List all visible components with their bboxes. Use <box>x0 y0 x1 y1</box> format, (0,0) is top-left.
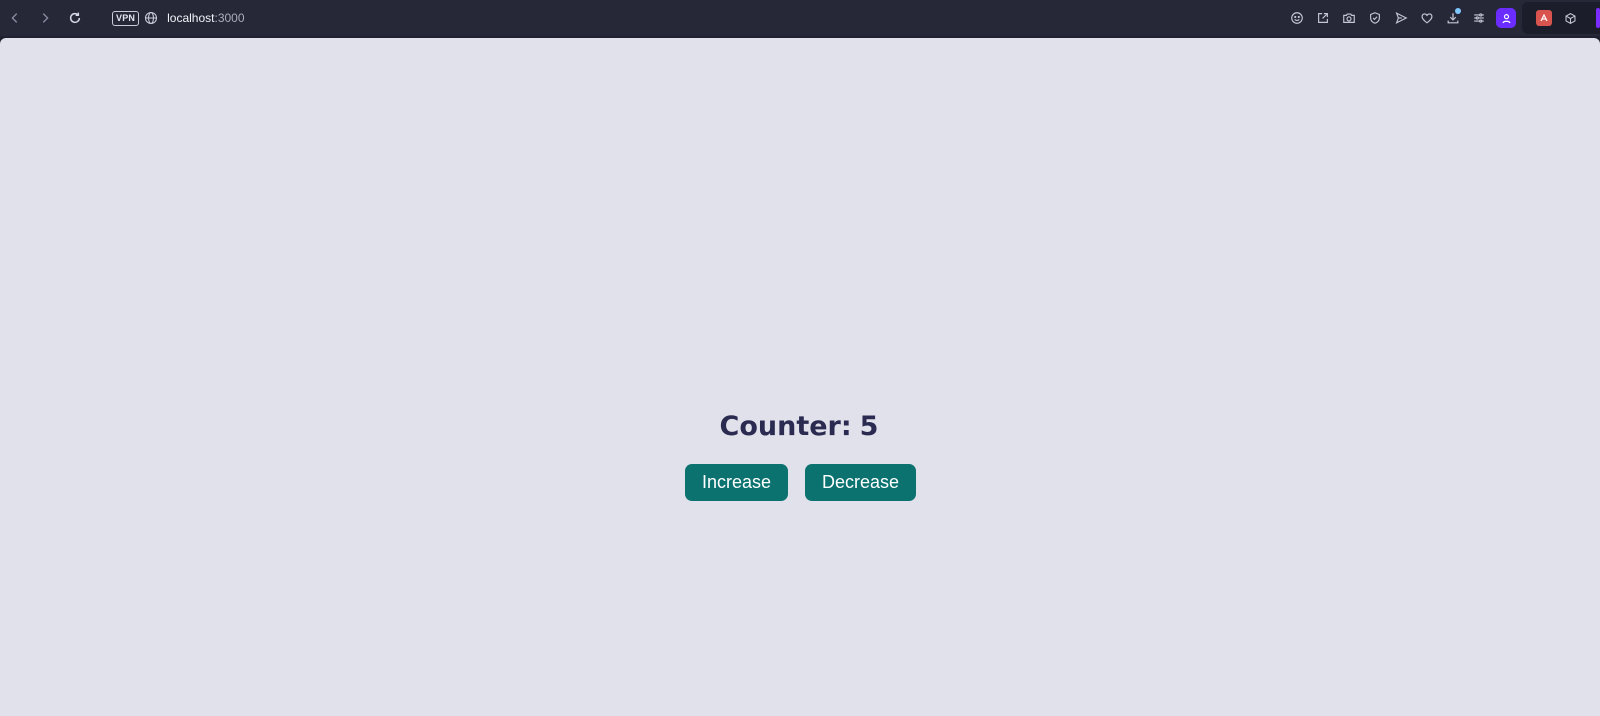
forward-button[interactable] <box>30 3 60 33</box>
user-icon <box>1502 13 1510 23</box>
increase-button[interactable]: Increase <box>684 464 788 501</box>
counter-section: Counter: 5 Increase Decrease <box>0 409 1600 501</box>
button-row: Increase Decrease <box>1 464 1600 501</box>
download-badge <box>1455 8 1461 14</box>
globe-icon <box>144 11 158 25</box>
counter-value: 5 <box>859 411 879 442</box>
back-button[interactable] <box>0 3 30 33</box>
download-icon[interactable] <box>1440 5 1466 31</box>
red-extension-icon[interactable] <box>1536 10 1552 26</box>
chevron-right-icon <box>42 13 49 23</box>
camera-icon[interactable] <box>1336 5 1362 31</box>
share-icon[interactable] <box>1310 5 1336 31</box>
send-icon[interactable] <box>1388 5 1414 31</box>
toolbar-actions <box>1284 0 1516 36</box>
counter-title: Counter: 5 <box>0 409 1600 445</box>
reload-icon <box>69 12 81 24</box>
extensions-panel <box>1522 2 1600 34</box>
heart-icon[interactable] <box>1414 5 1440 31</box>
url-host: localhost <box>167 11 215 25</box>
cube-icon[interactable] <box>1562 10 1578 26</box>
smiley-icon[interactable] <box>1284 5 1310 31</box>
counter-label: Counter: <box>719 411 852 442</box>
decrease-button[interactable]: Decrease <box>805 464 917 501</box>
vpn-badge[interactable]: VPN <box>112 10 140 26</box>
page-viewport: Counter: 5 Increase Decrease <box>0 38 1600 716</box>
url-port: :3000 <box>214 11 245 25</box>
sliders-icon[interactable] <box>1466 5 1492 31</box>
chevron-left-icon <box>11 13 18 23</box>
browser-toolbar: VPN localhost:3000 <box>0 0 1600 36</box>
shield-icon[interactable] <box>1362 5 1388 31</box>
profile-button[interactable] <box>1496 8 1516 28</box>
reload-button[interactable] <box>60 3 90 33</box>
sidebar-accent <box>1596 8 1600 28</box>
address-bar[interactable]: localhost:3000 <box>167 11 244 25</box>
